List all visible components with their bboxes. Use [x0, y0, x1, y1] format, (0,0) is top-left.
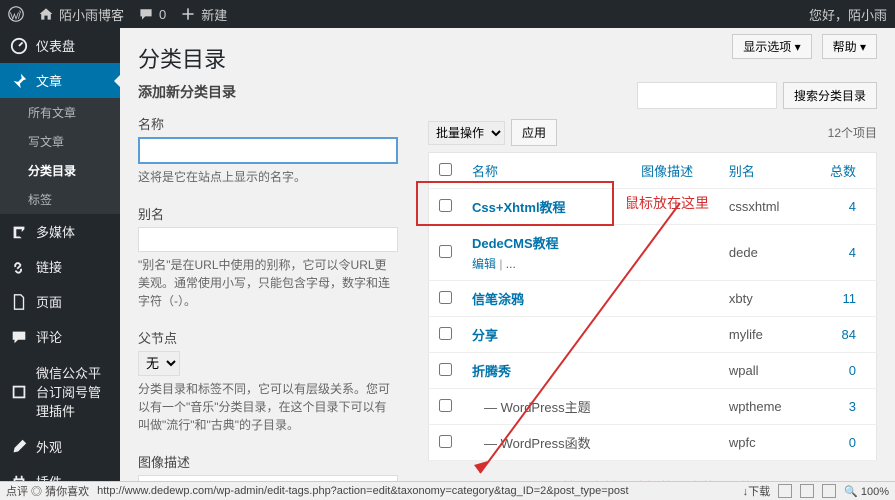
slug-desc: "别名"是在URL中使用的别称，它可以令URL更美观。通常使用小写，只能包含字母…: [138, 256, 398, 310]
name-input[interactable]: [138, 137, 398, 164]
parent-desc: 分类目录和标签不同，它可以有层级关系。您可以有一个"音乐"分类目录，在这个目录下…: [138, 380, 398, 434]
slug-label: 别名: [138, 204, 398, 223]
category-table: 名称 图像描述 别名 总数 Css+Xhtml教程cssxhtml4 DedeCM…: [428, 152, 877, 461]
table-row: 折腾秀wpall0: [429, 353, 877, 389]
menu-dashboard[interactable]: 仪表盘: [0, 28, 120, 63]
row-checkbox[interactable]: [439, 399, 452, 412]
menu-media[interactable]: 多媒体: [0, 214, 120, 249]
row-checkbox[interactable]: [439, 327, 452, 340]
status-left: 点评 ◎ 猜你喜欢: [6, 483, 89, 499]
category-link[interactable]: DedeCMS教程: [472, 236, 559, 251]
category-link[interactable]: 分享: [472, 328, 498, 343]
new-link[interactable]: 新建: [180, 5, 227, 24]
row-checkbox[interactable]: [439, 291, 452, 304]
menu-posts[interactable]: 文章: [0, 63, 120, 98]
menu-links[interactable]: 链接: [0, 249, 120, 284]
submenu-item[interactable]: 所有文章: [0, 98, 120, 127]
screen-options-button[interactable]: 显示选项 ▾: [732, 34, 811, 59]
apply-button[interactable]: 应用: [511, 119, 557, 146]
search-button[interactable]: 搜索分类目录: [783, 82, 877, 109]
submenu-item[interactable]: 写文章: [0, 127, 120, 156]
greeting[interactable]: 您好，陌小雨: [809, 5, 887, 24]
table-row: DedeCMS教程编辑 | ...dede4: [429, 225, 877, 281]
imgdesc-label: 图像描述: [138, 452, 398, 471]
submenu-item[interactable]: 分类目录: [0, 156, 120, 185]
status-icon: [822, 484, 836, 498]
select-all[interactable]: [439, 163, 452, 176]
wp-logo[interactable]: [8, 6, 24, 22]
status-icon: [800, 484, 814, 498]
menu-appearance[interactable]: 外观: [0, 429, 120, 464]
table-row: Css+Xhtml教程cssxhtml4: [429, 189, 877, 225]
submenu-item[interactable]: 标签: [0, 185, 120, 214]
status-url: http://www.dedewp.com/wp-admin/edit-tags…: [97, 485, 734, 497]
row-checkbox[interactable]: [439, 199, 452, 212]
category-list: 搜索分类目录 批量操作 应用 12个项目 名称 图像描述 别名 总数 Css+X…: [428, 82, 877, 500]
table-row: — WordPress函数wpfc0: [429, 425, 877, 461]
menu-comments[interactable]: 评论: [0, 319, 120, 354]
category-link[interactable]: 信笔涂鸦: [472, 292, 524, 307]
add-category-form: 添加新分类目录 名称 这将是它在站点上显示的名字。 别名 "别名"是在URL中使…: [138, 82, 398, 500]
status-dl: ↓下载: [743, 483, 771, 499]
table-row: 分享mylife84: [429, 317, 877, 353]
row-checkbox[interactable]: [439, 363, 452, 376]
menu-pages[interactable]: 页面: [0, 284, 120, 319]
col-count[interactable]: 总数: [808, 153, 877, 189]
admin-bar: 陌小雨博客 0 新建 您好，陌小雨: [0, 0, 895, 28]
help-button[interactable]: 帮助 ▾: [822, 34, 877, 59]
category-link[interactable]: Css+Xhtml教程: [472, 200, 566, 215]
col-name[interactable]: 名称: [462, 153, 631, 189]
col-slug[interactable]: 别名: [719, 153, 808, 189]
item-count: 12个项目: [828, 124, 877, 141]
menu-generic[interactable]: 微信公众平台订阅号管理插件: [0, 355, 120, 428]
browser-statusbar: 点评 ◎ 猜你喜欢 http://www.dedewp.com/wp-admin…: [0, 481, 895, 500]
slug-input[interactable]: [138, 227, 398, 252]
category-link[interactable]: 折腾秀: [472, 364, 511, 379]
row-actions[interactable]: 编辑 | ...: [472, 255, 621, 272]
name-desc: 这将是它在站点上显示的名字。: [138, 168, 398, 186]
name-label: 名称: [138, 114, 398, 133]
col-imgdesc[interactable]: 图像描述: [631, 153, 719, 189]
admin-sidebar: 仪表盘文章所有文章写文章分类目录标签多媒体链接页面评论微信公众平台订阅号管理插件…: [0, 28, 120, 500]
site-link[interactable]: 陌小雨博客: [38, 5, 124, 24]
form-heading: 添加新分类目录: [138, 82, 398, 102]
row-checkbox[interactable]: [439, 435, 452, 448]
comments-link[interactable]: 0: [138, 6, 166, 22]
content-area: 显示选项 ▾ 帮助 ▾ 分类目录 添加新分类目录 名称 这将是它在站点上显示的名…: [120, 28, 895, 500]
parent-select[interactable]: 无: [138, 351, 180, 376]
row-checkbox[interactable]: [439, 245, 452, 258]
search-input[interactable]: [637, 82, 777, 109]
table-row: 信笔涂鸦xbty11: [429, 281, 877, 317]
parent-label: 父节点: [138, 328, 398, 347]
bulk-select[interactable]: 批量操作: [428, 121, 505, 145]
status-icon: [778, 484, 792, 498]
table-row: — WordPress主题wptheme3: [429, 389, 877, 425]
